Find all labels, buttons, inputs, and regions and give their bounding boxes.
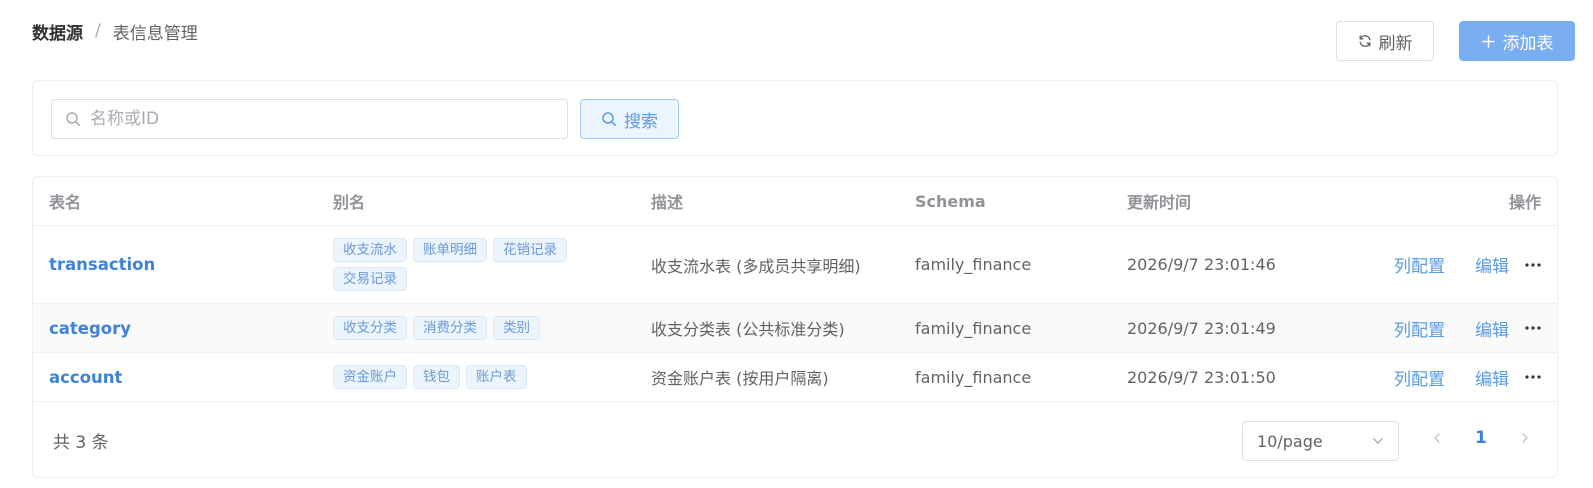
pagination-bar: 共 3 条 10/page 1 [33, 402, 1557, 477]
pager: 1 [1427, 428, 1535, 448]
table-name-link[interactable]: category [49, 319, 131, 338]
chevron-left-icon[interactable] [1427, 432, 1447, 444]
breadcrumb-separator: / [95, 21, 101, 41]
alias-tag: 交易记录 [333, 267, 407, 291]
page-number[interactable]: 1 [1475, 428, 1487, 448]
table-description: 收支流水表 (多成员共享明细) [651, 256, 861, 276]
column-config-link[interactable]: 列配置 [1394, 365, 1445, 390]
more-icon[interactable] [1525, 375, 1541, 379]
edit-link[interactable]: 编辑 [1475, 316, 1509, 341]
table-schema: family_finance [915, 318, 1032, 338]
column-header-schema: Schema [915, 191, 986, 211]
breadcrumb: 数据源 / 表信息管理 [32, 18, 198, 44]
table-description: 资金账户表 (按用户隔离) [651, 369, 829, 388]
page-size-select[interactable]: 10/page [1242, 421, 1399, 461]
table-updated-time: 2026/9/7 23:01:50 [1127, 367, 1276, 387]
breadcrumb-root[interactable]: 数据源 [32, 19, 83, 44]
more-icon[interactable] [1525, 326, 1541, 330]
column-header-updated: 更新时间 [1127, 193, 1192, 212]
search-button[interactable]: 搜索 [580, 99, 679, 139]
add-table-label: 添加表 [1502, 33, 1554, 54]
column-header-actions: 操作 [1508, 193, 1541, 212]
column-config-link[interactable]: 列配置 [1394, 316, 1445, 341]
edit-link[interactable]: 编辑 [1475, 252, 1509, 277]
alias-tags: 收支分类 消费分类 类别 [333, 316, 613, 340]
breadcrumb-current: 表信息管理 [112, 23, 198, 44]
table-row: account 资金账户 钱包 账户表 资金账户表 (按用户隔离) family… [33, 353, 1557, 402]
alias-tag: 资金账户 [333, 365, 407, 389]
search-icon [65, 111, 81, 127]
table-schema: family_finance [915, 367, 1032, 387]
table-updated-time: 2026/9/7 23:01:49 [1127, 318, 1276, 338]
edit-link[interactable]: 编辑 [1475, 365, 1509, 390]
column-config-link[interactable]: 列配置 [1394, 252, 1445, 277]
alias-tag: 钱包 [413, 365, 460, 389]
table-panel: 表名 别名 描述 Schema 更新时间 操作 transaction 收支流水… [32, 176, 1558, 478]
chevron-down-icon [1372, 435, 1384, 447]
chevron-right-icon[interactable] [1515, 432, 1535, 444]
column-header-name: 表名 [49, 193, 82, 212]
refresh-icon [1358, 34, 1372, 48]
column-header-desc: 描述 [651, 193, 684, 212]
alias-tag: 账户表 [466, 365, 527, 389]
refresh-button[interactable]: 刷新 [1336, 21, 1434, 61]
total-count: 共 3 条 [53, 433, 109, 453]
alias-tags: 资金账户 钱包 账户表 [333, 365, 613, 389]
search-field[interactable] [51, 99, 568, 139]
refresh-label: 刷新 [1378, 33, 1413, 54]
alias-tag: 收支分类 [333, 316, 407, 340]
alias-tags: 收支流水 账单明细 花销记录 交易记录 [333, 238, 613, 291]
table-description: 收支分类表 (公共标准分类) [651, 320, 845, 339]
table-row: transaction 收支流水 账单明细 花销记录 交易记录 收支流水表 (多… [33, 226, 1557, 304]
search-icon [601, 111, 617, 127]
search-button-label: 搜索 [624, 111, 658, 132]
search-panel: 搜索 [32, 80, 1558, 156]
search-input[interactable] [90, 109, 530, 129]
more-icon[interactable] [1525, 262, 1541, 267]
page-size-value: 10/page [1257, 431, 1323, 451]
alias-tag: 类别 [493, 316, 540, 340]
alias-tag: 收支流水 [333, 238, 407, 262]
add-table-button[interactable]: 添加表 [1459, 21, 1575, 61]
table-name-link[interactable]: account [49, 368, 122, 387]
alias-tag: 账单明细 [413, 238, 487, 262]
table-header: 表名 别名 描述 Schema 更新时间 操作 [33, 177, 1557, 226]
column-header-alias: 别名 [333, 193, 366, 212]
header-actions: 刷新 添加表 [1336, 21, 1575, 61]
table-name-link[interactable]: transaction [49, 255, 155, 274]
plus-icon [1481, 34, 1496, 49]
table-row: category 收支分类 消费分类 类别 收支分类表 (公共标准分类) fam… [33, 304, 1557, 353]
table-schema: family_finance [915, 255, 1032, 274]
alias-tag: 花销记录 [493, 238, 567, 262]
table-updated-time: 2026/9/7 23:01:46 [1127, 255, 1276, 274]
alias-tag: 消费分类 [413, 316, 487, 340]
